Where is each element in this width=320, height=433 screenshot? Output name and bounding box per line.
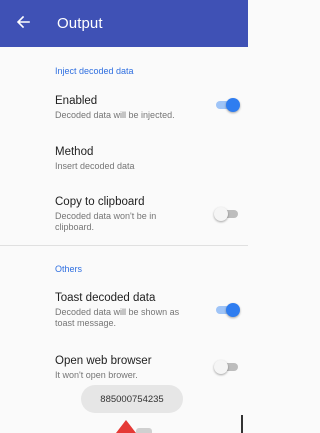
pref-enabled-title: Enabled — [55, 95, 98, 107]
browser-toggle[interactable] — [214, 360, 240, 374]
pref-enabled-summary: Decoded data will be injected. — [55, 110, 175, 120]
section-divider — [0, 245, 248, 246]
pref-toast-summary: Decoded data will be shown as toast mess… — [55, 307, 180, 328]
clipboard-toggle[interactable] — [214, 207, 240, 221]
toggle-thumb — [226, 303, 240, 317]
pref-method-summary: Insert decoded data — [55, 161, 135, 171]
enabled-toggle[interactable] — [214, 98, 240, 112]
toggle-thumb — [214, 360, 228, 374]
pref-method-title: Method — [55, 146, 94, 158]
toggle-thumb — [226, 98, 240, 112]
pref-browser-summary: It won't open brower. — [55, 370, 138, 380]
toast-message: 885000754235 — [81, 385, 183, 413]
pref-browser-title: Open web browser — [55, 355, 152, 367]
edge-line — [241, 415, 243, 433]
pref-toast-title: Toast decoded data — [55, 292, 156, 304]
pointer-shadow — [136, 428, 152, 433]
pref-clipboard-summary: Decoded data won't be in clipboard. — [55, 211, 157, 232]
arrow-back-icon[interactable] — [12, 11, 34, 33]
pref-clipboard-title: Copy to clipboard — [55, 196, 145, 208]
arrow-back-glyph — [16, 15, 30, 29]
toast-toggle[interactable] — [214, 303, 240, 317]
toggle-thumb — [214, 207, 228, 221]
page-title: Output — [57, 15, 103, 32]
section-header-inject: Inject decoded data — [55, 66, 134, 76]
pointer-arrow-icon — [116, 420, 136, 433]
section-header-others: Others — [55, 264, 83, 274]
app-bar: Output — [0, 0, 248, 47]
